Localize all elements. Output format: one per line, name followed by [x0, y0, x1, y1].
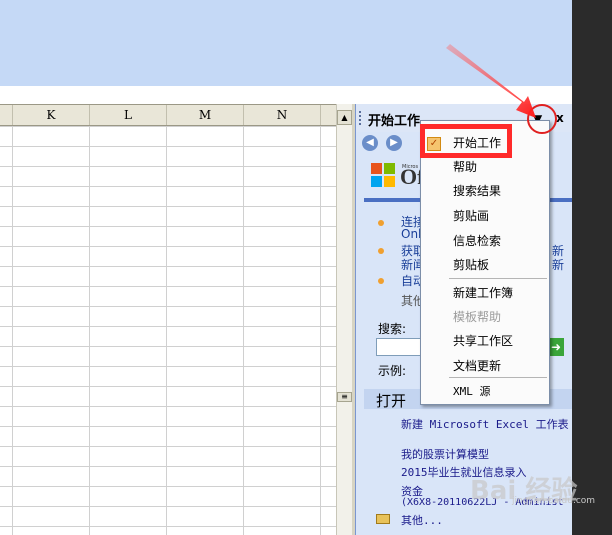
- menu-item-xml-source[interactable]: XML 源: [421, 380, 549, 404]
- menu-item-label: 搜索结果: [453, 184, 502, 198]
- menu-item-clipboard[interactable]: 剪贴板: [421, 253, 549, 277]
- menu-item-label: 共享工作区: [453, 334, 514, 348]
- bullet-icon: [378, 278, 384, 284]
- scroll-up-button[interactable]: ▲: [337, 110, 352, 125]
- menu-item-research[interactable]: 信息检索: [421, 229, 549, 253]
- menu-separator: [449, 278, 547, 279]
- menu-item-document-updates[interactable]: 文档更新: [421, 354, 549, 378]
- grid-line: [166, 126, 167, 535]
- menu-item-label: XML 源: [453, 385, 491, 398]
- column-header-n[interactable]: N: [244, 105, 321, 125]
- arrow-icon: [446, 44, 536, 118]
- menu-item-label: 信息检索: [453, 234, 502, 248]
- column-header-m[interactable]: M: [167, 105, 244, 125]
- worksheet-grid[interactable]: K L M N: [0, 104, 336, 535]
- open-section-title: 打开: [376, 392, 407, 410]
- menu-item-label: 帮助: [453, 160, 478, 174]
- menu-item-label: 文档更新: [453, 359, 502, 373]
- office-logo-icon: [371, 163, 395, 187]
- folder-icon: [376, 514, 390, 524]
- search-input[interactable]: [376, 338, 426, 356]
- scroll-split-handle[interactable]: ≡: [337, 392, 352, 402]
- task-pane-menu: ✓ 开始工作 帮助 搜索结果 剪贴画 信息检索 剪贴板 新建工作簿 模板帮助 共…: [420, 120, 550, 405]
- column-header-partial[interactable]: [0, 105, 13, 125]
- column-header-k[interactable]: K: [13, 105, 90, 125]
- menu-item-clip-art[interactable]: 剪贴画: [421, 204, 549, 228]
- window-edge: [572, 0, 612, 535]
- grip-handle[interactable]: [359, 111, 363, 125]
- menu-item-label: 模板帮助: [453, 310, 502, 324]
- column-headers: K L M N: [0, 104, 336, 126]
- more-files-link[interactable]: 其他...: [401, 512, 443, 528]
- task-pane-nav: ◀ ▶: [362, 134, 424, 152]
- cell-rows[interactable]: [0, 126, 336, 535]
- menu-item-template-help: 模板帮助: [421, 305, 549, 329]
- bullet-icon: [378, 248, 384, 254]
- link-connect-line2[interactable]: Onl: [401, 227, 421, 241]
- example-label: 示例:: [378, 364, 407, 378]
- menu-item-label: 新建工作簿: [453, 286, 514, 300]
- watermark-subtext: jingyan.baidu.com: [512, 496, 596, 506]
- forward-icon[interactable]: ▶: [386, 135, 402, 151]
- grid-line: [320, 126, 321, 535]
- link-fragment[interactable]: 新: [552, 256, 564, 273]
- menu-item-label: 剪贴板: [453, 258, 490, 272]
- vertical-scrollbar[interactable]: ▲ ≡: [336, 104, 352, 535]
- column-header-l[interactable]: L: [90, 105, 167, 125]
- grid-line: [12, 126, 13, 535]
- search-label: 搜索:: [378, 322, 407, 336]
- menu-item-new-workbook[interactable]: 新建工作簿: [421, 281, 549, 305]
- search-go-icon[interactable]: ➜: [548, 338, 564, 356]
- recent-file-item[interactable]: 新建 Microsoft Excel 工作表: [401, 416, 569, 432]
- menu-item-label: 剪贴画: [453, 209, 490, 223]
- grid-line: [243, 126, 244, 535]
- menu-item-help[interactable]: 帮助: [421, 155, 549, 179]
- recent-file-item[interactable]: 我的股票计算模型: [401, 446, 489, 462]
- task-pane-title: 开始工作: [368, 114, 421, 129]
- grid-line: [89, 126, 90, 535]
- menu-item-search-results[interactable]: 搜索结果: [421, 179, 549, 203]
- back-icon[interactable]: ◀: [362, 135, 378, 151]
- menu-separator: [449, 377, 547, 378]
- menu-item-shared-workspace[interactable]: 共享工作区: [421, 329, 549, 353]
- bullet-icon: [378, 220, 384, 226]
